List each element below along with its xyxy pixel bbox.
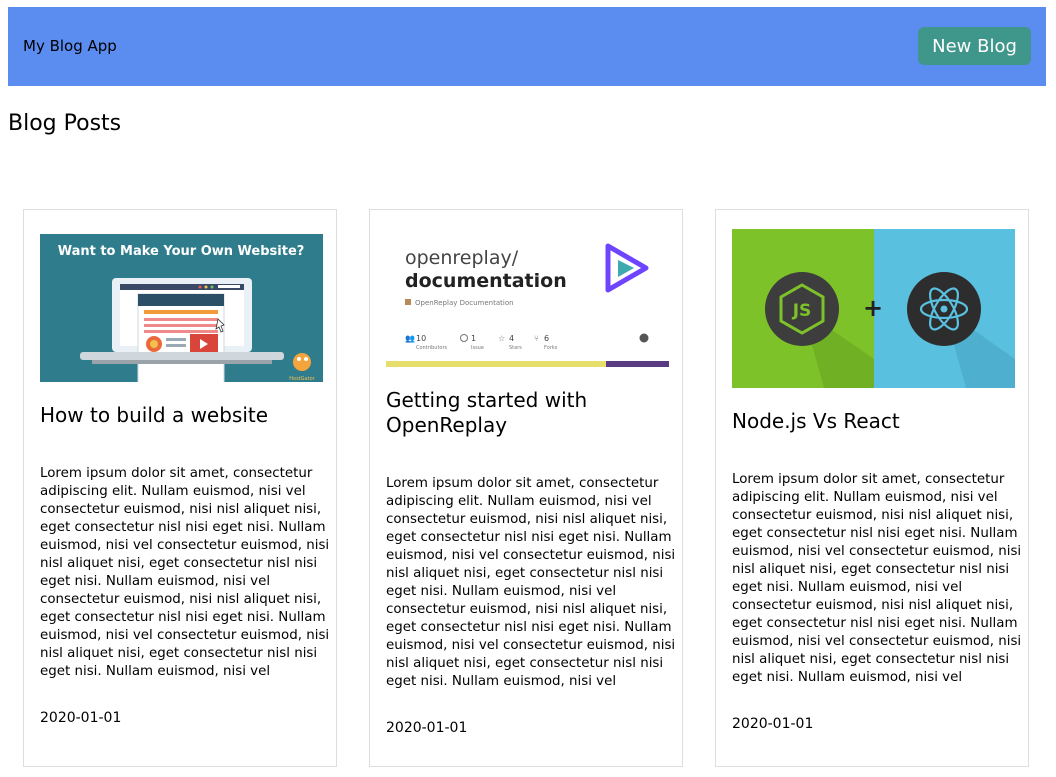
- stat-label: Forks: [544, 345, 558, 351]
- thumbnail-headline: Want to Make Your Own Website?: [58, 244, 305, 259]
- new-blog-button[interactable]: New Blog: [918, 27, 1031, 65]
- post-thumbnail: Want to Make Your Own Website? HostGator: [40, 234, 323, 382]
- svg-text:👥: 👥: [405, 334, 415, 343]
- github-icon: [639, 333, 649, 343]
- stat-label: Stars: [509, 345, 522, 351]
- top-navbar: My Blog App New Blog: [8, 7, 1046, 86]
- stat-value: 6: [544, 334, 549, 343]
- post-date: 2020-01-01: [386, 720, 468, 736]
- stat-label: Contributors: [416, 345, 448, 351]
- stat-value: 4: [509, 334, 514, 343]
- post-body: Lorem ipsum dolor sit amet, consectetur …: [732, 472, 1022, 685]
- post-body: Lorem ipsum dolor sit amet, consectetur …: [40, 466, 330, 679]
- nodejs-logo-text: JS: [792, 301, 812, 321]
- stat-value: 10: [416, 334, 426, 343]
- hostgator-logo: HostGator: [289, 376, 315, 382]
- post-title: Getting started with OpenReplay: [386, 388, 588, 437]
- stat-value: 1: [471, 334, 476, 343]
- stat-label: Issue: [471, 345, 484, 351]
- blog-card[interactable]: openreplay/ documentation OpenReplay Doc…: [369, 209, 683, 767]
- repo-name: documentation: [405, 270, 567, 292]
- svg-text:☆: ☆: [498, 334, 505, 343]
- post-title: How to build a website: [40, 403, 269, 427]
- svg-text:⑂: ⑂: [534, 334, 539, 343]
- blog-card[interactable]: Want to Make Your Own Website? HostGator…: [23, 209, 337, 767]
- post-date: 2020-01-01: [40, 710, 122, 726]
- repo-description: OpenReplay Documentation: [415, 299, 514, 307]
- blog-card[interactable]: JS + Node.js Vs React Lorem ipsum dolor …: [715, 209, 1029, 767]
- post-thumbnail: openreplay/ documentation OpenReplay Doc…: [386, 234, 669, 367]
- page-title: Blog Posts: [8, 111, 122, 136]
- post-thumbnail: JS +: [732, 229, 1015, 388]
- plus-sign: +: [863, 294, 883, 322]
- repo-owner: openreplay/: [405, 247, 519, 269]
- post-title: Node.js Vs React: [732, 409, 900, 433]
- post-body: Lorem ipsum dolor sit amet, consectetur …: [386, 476, 676, 689]
- app-title: My Blog App: [23, 37, 117, 55]
- post-date: 2020-01-01: [732, 716, 814, 732]
